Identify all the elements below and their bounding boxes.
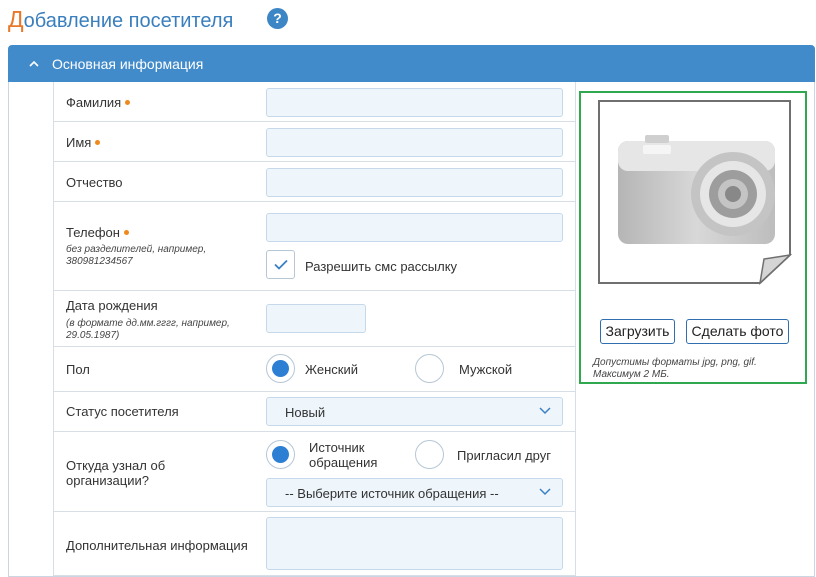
required-indicator bbox=[123, 230, 129, 235]
radio-selected-dot bbox=[272, 446, 289, 463]
phone-label: Телефон bbox=[66, 225, 129, 240]
status-label: Статус посетителя bbox=[66, 404, 179, 419]
middle-name-input[interactable] bbox=[266, 168, 563, 197]
section-title: Основная информация bbox=[52, 56, 204, 72]
sms-checkbox[interactable] bbox=[266, 250, 295, 279]
extra-info-textarea[interactable] bbox=[266, 517, 563, 570]
gender-radio-male[interactable] bbox=[415, 354, 444, 383]
page-title-first-letter: Д bbox=[8, 6, 24, 32]
photo-format-hint: Допустимы форматы jpg, png, gif. Максиму… bbox=[593, 357, 757, 380]
upload-button[interactable]: Загрузить bbox=[600, 319, 675, 344]
chevron-up-icon bbox=[29, 60, 39, 67]
radio-selected-dot bbox=[272, 360, 289, 377]
last-name-label: Фамилия bbox=[66, 95, 131, 110]
chevron-down-icon bbox=[539, 488, 551, 496]
phone-input[interactable] bbox=[266, 213, 563, 242]
form-row-first-name: Имя bbox=[54, 122, 575, 162]
form-row-last-name: Фамилия bbox=[54, 82, 575, 122]
chevron-down-icon bbox=[539, 407, 551, 415]
source-radio-friend[interactable] bbox=[415, 440, 444, 469]
extra-info-label: Дополнительная информация bbox=[66, 538, 248, 553]
page-title: Добавление посетителя bbox=[8, 6, 233, 33]
birth-date-hint: (в формате дд.мм.гггг, например, 29.05.1… bbox=[66, 318, 230, 341]
form-row-middle-name: Отчество bbox=[54, 162, 575, 202]
gender-radio-female[interactable] bbox=[266, 354, 295, 383]
form-row-phone: Телефон без разделителей, например, 3809… bbox=[54, 202, 575, 291]
form-row-birth-date: Дата рождения (в формате дд.мм.гггг, нап… bbox=[54, 291, 575, 347]
form-row-status: Статус посетителя Новый bbox=[54, 392, 575, 432]
birth-date-label: Дата рождения bbox=[66, 298, 158, 313]
first-name-input[interactable] bbox=[266, 128, 563, 157]
gender-female-label[interactable]: Женский bbox=[305, 362, 358, 377]
form-row-extra-info: Дополнительная информация bbox=[54, 512, 575, 576]
middle-name-label: Отчество bbox=[66, 175, 123, 190]
form-row-gender: Пол Женский Мужской bbox=[54, 347, 575, 392]
help-icon[interactable]: ? bbox=[267, 8, 288, 29]
source-radio-request[interactable] bbox=[266, 440, 295, 469]
section-header-main-info[interactable]: Основная информация bbox=[8, 45, 815, 82]
page-title-text: обавление посетителя bbox=[23, 10, 234, 32]
form-row-source: Откуда узнал об организации? Источник об… bbox=[54, 432, 575, 512]
phone-hint: без разделителей, например, 380981234567 bbox=[66, 244, 207, 267]
status-select[interactable]: Новый bbox=[266, 397, 563, 426]
gender-male-label[interactable]: Мужской bbox=[459, 362, 512, 377]
birth-date-input[interactable] bbox=[266, 304, 366, 333]
gender-label: Пол bbox=[66, 362, 90, 377]
required-indicator bbox=[95, 140, 101, 145]
check-icon bbox=[274, 259, 288, 270]
first-name-label: Имя bbox=[66, 135, 101, 150]
source-label: Откуда узнал об организации? bbox=[66, 458, 166, 488]
last-name-input[interactable] bbox=[266, 88, 563, 117]
take-photo-button[interactable]: Сделать фото bbox=[686, 319, 789, 344]
sms-checkbox-label[interactable]: Разрешить смс рассылку bbox=[305, 259, 457, 274]
visitor-form: Фамилия Имя Отчество Телефон без раздели… bbox=[53, 82, 576, 576]
status-select-value: Новый bbox=[285, 405, 326, 420]
source-friend-label[interactable]: Пригласил друг bbox=[457, 448, 551, 463]
camera-icon bbox=[598, 100, 792, 285]
required-indicator bbox=[125, 100, 131, 105]
source-request-label[interactable]: Источник обращения bbox=[309, 440, 399, 470]
source-select[interactable]: -- Выберите источник обращения -- bbox=[266, 478, 563, 507]
source-select-value: -- Выберите источник обращения -- bbox=[285, 486, 499, 501]
photo-upload-box: Загрузить Сделать фото Допустимы форматы… bbox=[579, 91, 807, 384]
